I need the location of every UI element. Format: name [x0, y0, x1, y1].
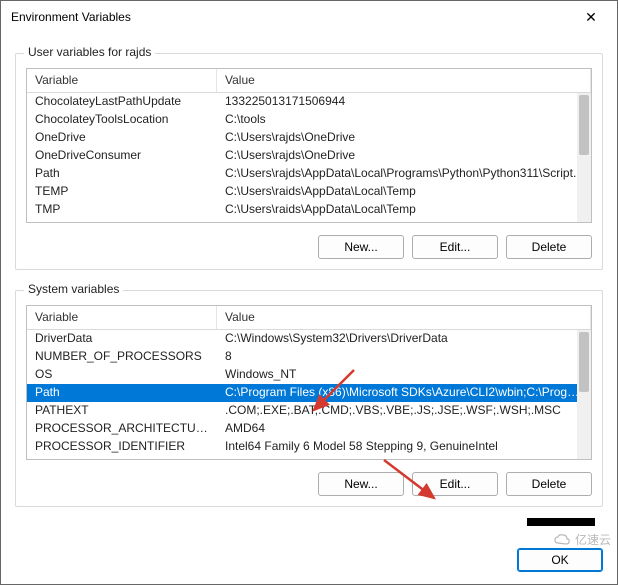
table-row[interactable]: PATHEXT.COM;.EXE;.BAT;.CMD;.VBS;.VBE;.JS…: [27, 402, 591, 420]
column-variable[interactable]: Variable: [27, 306, 217, 329]
system-group-label: System variables: [24, 282, 123, 296]
variable-value: 133225013171506944: [217, 93, 591, 111]
variable-name: PATHEXT: [27, 402, 217, 420]
system-variables-list[interactable]: Variable Value DriverDataC:\Windows\Syst…: [26, 305, 592, 460]
user-variables-group: User variables for rajds Variable Value …: [15, 53, 603, 270]
user-delete-button[interactable]: Delete: [506, 235, 592, 259]
variable-name: OneDriveConsumer: [27, 147, 217, 165]
window-title: Environment Variables: [11, 10, 571, 24]
close-button[interactable]: ✕: [571, 3, 611, 31]
system-list-body: DriverDataC:\Windows\System32\Drivers\Dr…: [27, 330, 591, 460]
variable-value: C:\Program Files (x86)\Microsoft SDKs\Az…: [217, 384, 591, 402]
variable-name: PROCESSOR_IDENTIFIER: [27, 438, 217, 456]
close-icon: ✕: [585, 9, 597, 26]
variable-name: ChocolateyLastPathUpdate: [27, 93, 217, 111]
variable-name: OneDrive: [27, 129, 217, 147]
column-variable[interactable]: Variable: [27, 69, 217, 92]
system-buttons: New... Edit... Delete: [26, 472, 592, 496]
environment-variables-dialog: Environment Variables ✕ User variables f…: [0, 0, 618, 585]
table-row[interactable]: DriverDataC:\Windows\System32\Drivers\Dr…: [27, 330, 591, 348]
table-row[interactable]: PROCESSOR_ARCHITECTUREAMD64: [27, 420, 591, 438]
ok-button[interactable]: OK: [517, 548, 603, 572]
system-edit-button[interactable]: Edit...: [412, 472, 498, 496]
variable-name: Path: [27, 165, 217, 183]
user-variables-list[interactable]: Variable Value ChocolateyLastPathUpdate1…: [26, 68, 592, 223]
variable-value: C:\tools: [217, 111, 591, 129]
variable-name: Path: [27, 384, 217, 402]
variable-value: C:\Users\rajds\OneDrive: [217, 129, 591, 147]
table-row[interactable]: PathC:\Program Files (x86)\Microsoft SDK…: [27, 384, 591, 402]
variable-value: C:\Users\rajds\OneDrive: [217, 147, 591, 165]
variable-name: TMP: [27, 201, 217, 219]
user-edit-button[interactable]: Edit...: [412, 235, 498, 259]
variable-value: C:\Users\rajds\AppData\Local\Programs\Py…: [217, 165, 591, 183]
variable-name: DriverData: [27, 330, 217, 348]
table-row[interactable]: PROCESSOR_IDENTIFIERIntel64 Family 6 Mod…: [27, 438, 591, 456]
variable-value: AMD64: [217, 420, 591, 438]
variable-value: C:\Users\raids\AppData\Local\Temp: [217, 183, 591, 201]
system-variables-group: System variables Variable Value DriverDa…: [15, 290, 603, 507]
user-scrollbar-thumb[interactable]: [579, 95, 589, 155]
table-row[interactable]: TEMPC:\Users\raids\AppData\Local\Temp: [27, 183, 591, 201]
variable-value: C:\Windows\System32\Drivers\DriverData: [217, 330, 591, 348]
table-row[interactable]: OSWindows_NT: [27, 366, 591, 384]
variable-name: ChocolateyToolsLocation: [27, 111, 217, 129]
variable-value: Windows_NT: [217, 366, 591, 384]
variable-value: Intel64 Family 6 Model 58 Stepping 9, Ge…: [217, 438, 591, 456]
variable-value: 8: [217, 348, 591, 366]
user-scrollbar[interactable]: [577, 93, 591, 222]
user-new-button[interactable]: New...: [318, 235, 404, 259]
system-scrollbar-thumb[interactable]: [579, 332, 589, 392]
system-list-header: Variable Value: [27, 306, 591, 330]
variable-name: NUMBER_OF_PROCESSORS: [27, 348, 217, 366]
user-buttons: New... Edit... Delete: [26, 235, 592, 259]
table-row[interactable]: ChocolateyLastPathUpdate1332250131715069…: [27, 93, 591, 111]
user-list-header: Variable Value: [27, 69, 591, 93]
system-delete-button[interactable]: Delete: [506, 472, 592, 496]
table-row[interactable]: PathC:\Users\rajds\AppData\Local\Program…: [27, 165, 591, 183]
variable-value: C:\Users\raids\AppData\Local\Temp: [217, 201, 591, 219]
variable-name: TEMP: [27, 183, 217, 201]
dialog-footer: OK: [1, 540, 617, 584]
variable-name: OS: [27, 366, 217, 384]
table-row[interactable]: ChocolateyToolsLocationC:\tools: [27, 111, 591, 129]
table-row[interactable]: OneDriveC:\Users\rajds\OneDrive: [27, 129, 591, 147]
system-scrollbar[interactable]: [577, 330, 591, 459]
table-row[interactable]: OneDriveConsumerC:\Users\rajds\OneDrive: [27, 147, 591, 165]
dialog-content: User variables for rajds Variable Value …: [1, 33, 617, 540]
column-value[interactable]: Value: [217, 306, 591, 329]
column-value[interactable]: Value: [217, 69, 591, 92]
titlebar: Environment Variables ✕: [1, 1, 617, 33]
table-row[interactable]: NUMBER_OF_PROCESSORS8: [27, 348, 591, 366]
user-group-label: User variables for rajds: [24, 45, 155, 59]
variable-value: .COM;.EXE;.BAT;.CMD;.VBS;.VBE;.JS;.JSE;.…: [217, 402, 591, 420]
user-list-body: ChocolateyLastPathUpdate1332250131715069…: [27, 93, 591, 223]
table-row[interactable]: TMPC:\Users\raids\AppData\Local\Temp: [27, 201, 591, 219]
variable-name: PROCESSOR_ARCHITECTURE: [27, 420, 217, 438]
system-new-button[interactable]: New...: [318, 472, 404, 496]
